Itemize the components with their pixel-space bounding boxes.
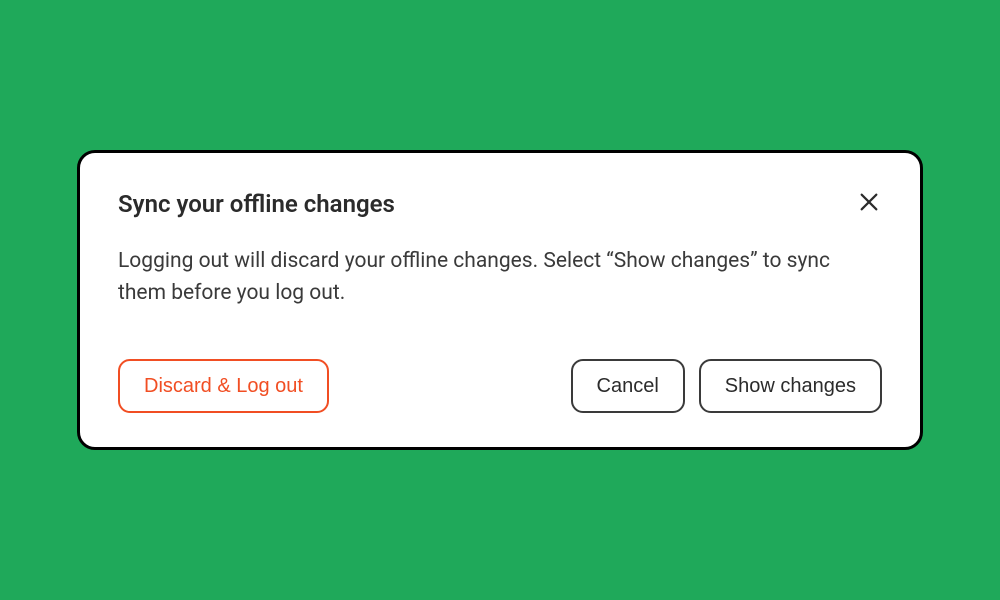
close-icon bbox=[858, 191, 880, 216]
dialog-footer: Discard & Log out Cancel Show changes bbox=[118, 359, 882, 413]
dialog-header: Sync your offline changes bbox=[118, 189, 882, 220]
discard-logout-button[interactable]: Discard & Log out bbox=[118, 359, 329, 413]
show-changes-button[interactable]: Show changes bbox=[699, 359, 882, 413]
dialog-body-text: Logging out will discard your offline ch… bbox=[118, 246, 838, 309]
cancel-button[interactable]: Cancel bbox=[571, 359, 685, 413]
dialog-title: Sync your offline changes bbox=[118, 189, 395, 220]
sync-offline-dialog: Sync your offline changes Logging out wi… bbox=[77, 150, 923, 450]
footer-right-group: Cancel Show changes bbox=[571, 359, 882, 413]
close-button[interactable] bbox=[856, 189, 882, 218]
